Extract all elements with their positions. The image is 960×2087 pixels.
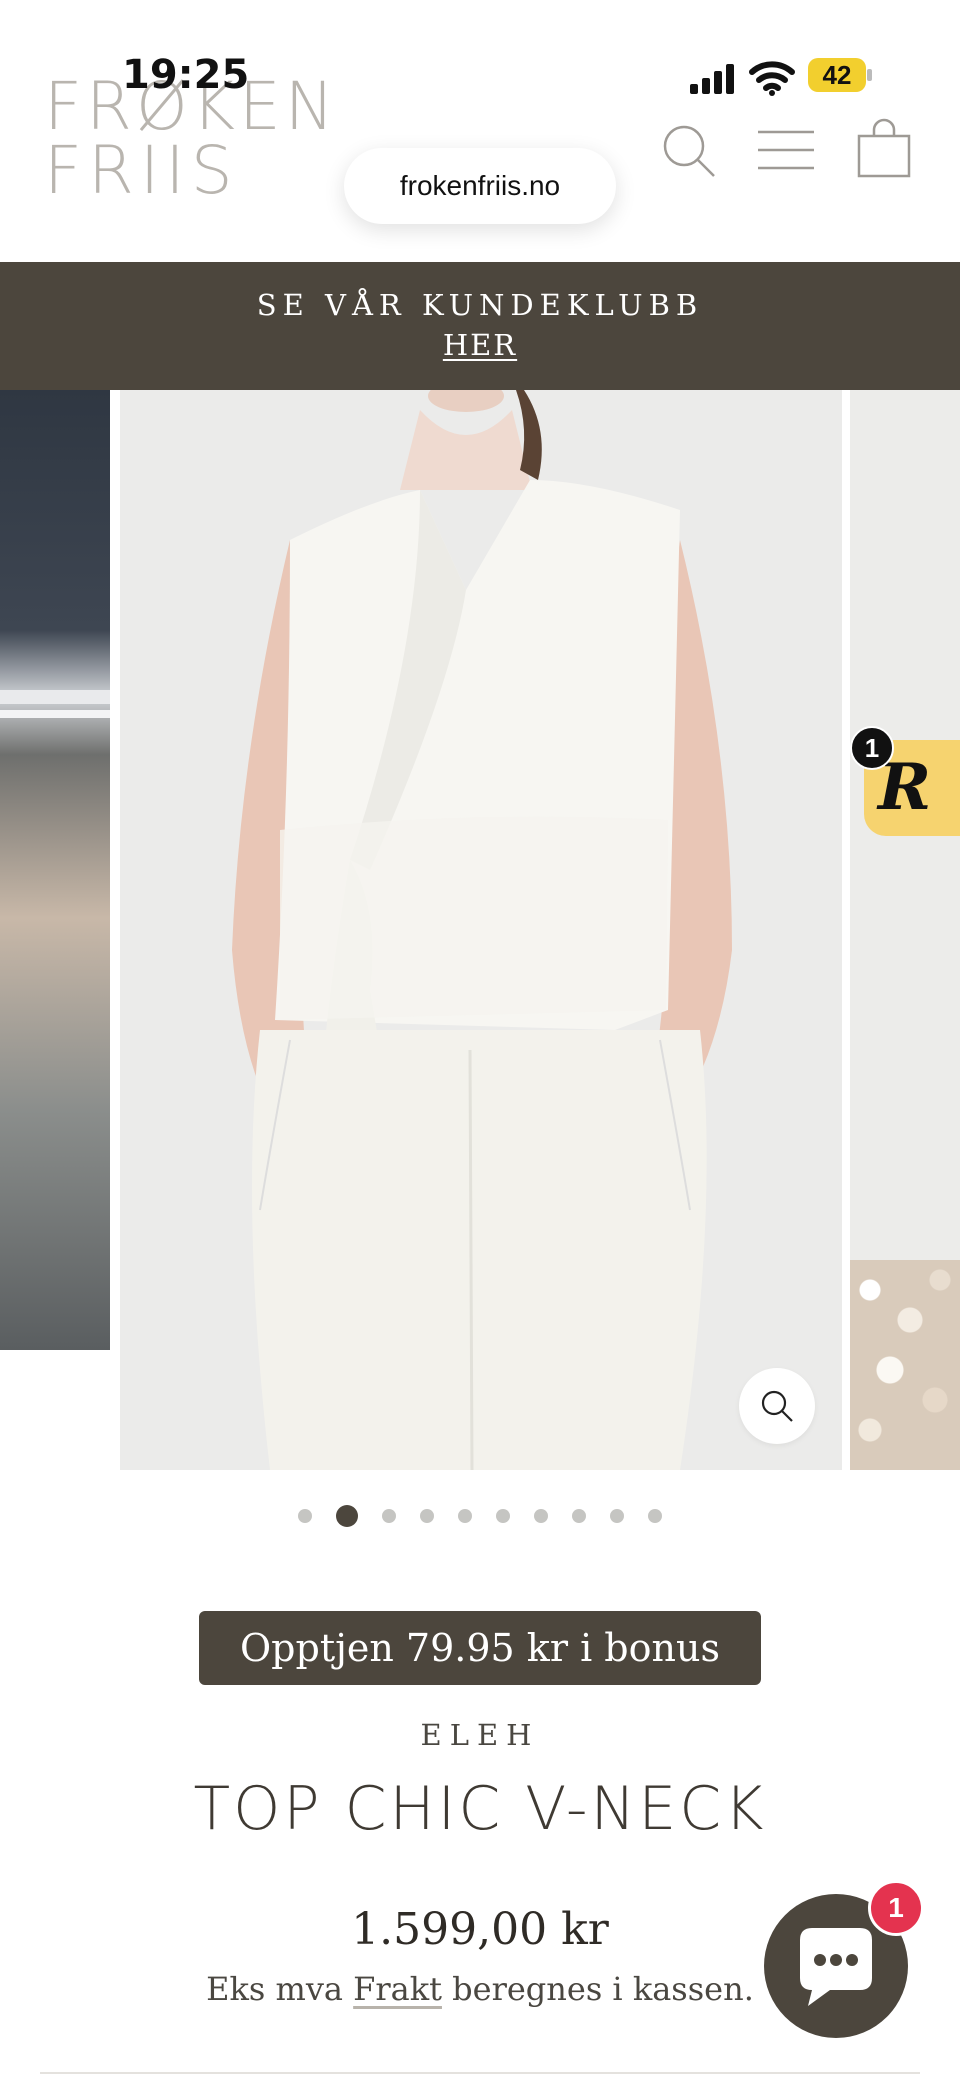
search-icon[interactable] xyxy=(660,122,716,178)
promo-text: SE VÅR KUNDEKLUBB xyxy=(256,288,704,322)
gallery-dot[interactable] xyxy=(572,1509,586,1523)
logo-line-2: FRIIS xyxy=(44,132,239,209)
zoom-icon xyxy=(761,1390,793,1422)
address-bar[interactable]: frokenfriis.no xyxy=(344,148,616,224)
gallery-pagination xyxy=(0,1505,960,1527)
gallery-dot[interactable] xyxy=(336,1505,358,1527)
battery-level: 42 xyxy=(808,58,866,92)
railing-detail xyxy=(0,710,110,718)
promo-banner: SE VÅR KUNDEKLUBB HER xyxy=(0,262,960,390)
gallery-dot[interactable] xyxy=(458,1509,472,1523)
menu-icon[interactable] xyxy=(756,128,816,172)
bonus-banner: Opptjen 79.95 kr i bonus xyxy=(199,1611,761,1685)
shopping-bag-icon[interactable] xyxy=(856,118,912,178)
gallery-dot[interactable] xyxy=(382,1509,396,1523)
wifi-icon xyxy=(749,61,795,96)
promo-link[interactable]: HER xyxy=(0,328,960,362)
product-photo xyxy=(232,390,732,1470)
tax-note: Eks mva xyxy=(206,1970,343,2008)
chat-unread-badge: 1 xyxy=(868,1880,924,1936)
gallery-dot[interactable] xyxy=(298,1509,312,1523)
battery-nub xyxy=(867,69,872,81)
shipping-link[interactable]: Frakt xyxy=(353,1970,442,2008)
gallery-dot[interactable] xyxy=(610,1509,624,1523)
battery-indicator: 42 xyxy=(808,58,872,94)
divider xyxy=(40,2072,920,2074)
shipping-note: beregnes i kassen. xyxy=(452,1970,754,2008)
railing-detail xyxy=(0,690,110,704)
reviews-count-badge: 1 xyxy=(850,726,894,770)
gallery-dot[interactable] xyxy=(496,1509,510,1523)
product-title: TOP CHIC V-NECK xyxy=(193,1774,767,1844)
product-brand[interactable]: ELEH xyxy=(0,1718,960,1752)
status-time: 19:25 xyxy=(122,52,250,98)
gallery-next-slide[interactable] xyxy=(850,390,960,1470)
cellular-signal-icon xyxy=(690,64,734,94)
pebbles-detail xyxy=(850,1260,960,1470)
gallery-prev-slide[interactable] xyxy=(0,390,110,1350)
gallery-dot[interactable] xyxy=(534,1509,548,1523)
gallery-dot[interactable] xyxy=(648,1509,662,1523)
gallery-dot[interactable] xyxy=(420,1509,434,1523)
zoom-button[interactable] xyxy=(739,1368,851,1444)
product-image-main[interactable] xyxy=(120,390,842,1470)
